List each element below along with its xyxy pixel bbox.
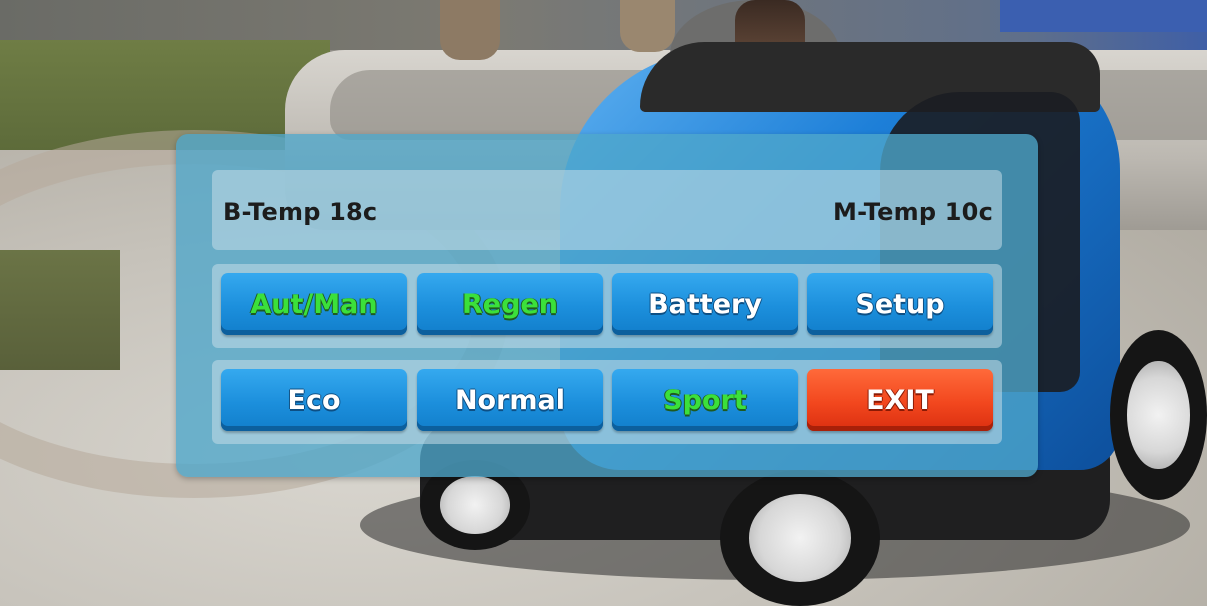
regen-button[interactable]: Regen	[417, 273, 603, 335]
blue-fence	[1000, 0, 1207, 32]
exit-button[interactable]: EXIT	[807, 369, 993, 431]
wheel-rim	[748, 494, 852, 582]
battery-button[interactable]: Battery	[612, 273, 798, 335]
mode-button-row: Aut/Man Regen Battery Setup	[212, 264, 1002, 348]
wheel-rim	[1127, 360, 1190, 470]
temperature-bar: B-Temp 18c M-Temp 10c	[212, 170, 1002, 250]
setup-button[interactable]: Setup	[807, 273, 993, 335]
motor-temperature: M-Temp 10c	[833, 198, 993, 226]
drive-mode-row: Eco Normal Sport EXIT	[212, 360, 1002, 444]
vehicle-control-panel: B-Temp 18c M-Temp 10c Aut/Man Regen Batt…	[176, 134, 1038, 477]
normal-button[interactable]: Normal	[417, 369, 603, 431]
car-wheel	[1110, 330, 1207, 500]
eco-button[interactable]: Eco	[221, 369, 407, 431]
sport-button[interactable]: Sport	[612, 369, 798, 431]
tree-trunk	[440, 0, 500, 60]
wheel-rim	[439, 476, 511, 534]
car-wheel	[720, 470, 880, 606]
aut-man-button[interactable]: Aut/Man	[221, 273, 407, 335]
battery-temperature: B-Temp 18c	[223, 198, 378, 226]
tree-trunk	[620, 0, 675, 52]
